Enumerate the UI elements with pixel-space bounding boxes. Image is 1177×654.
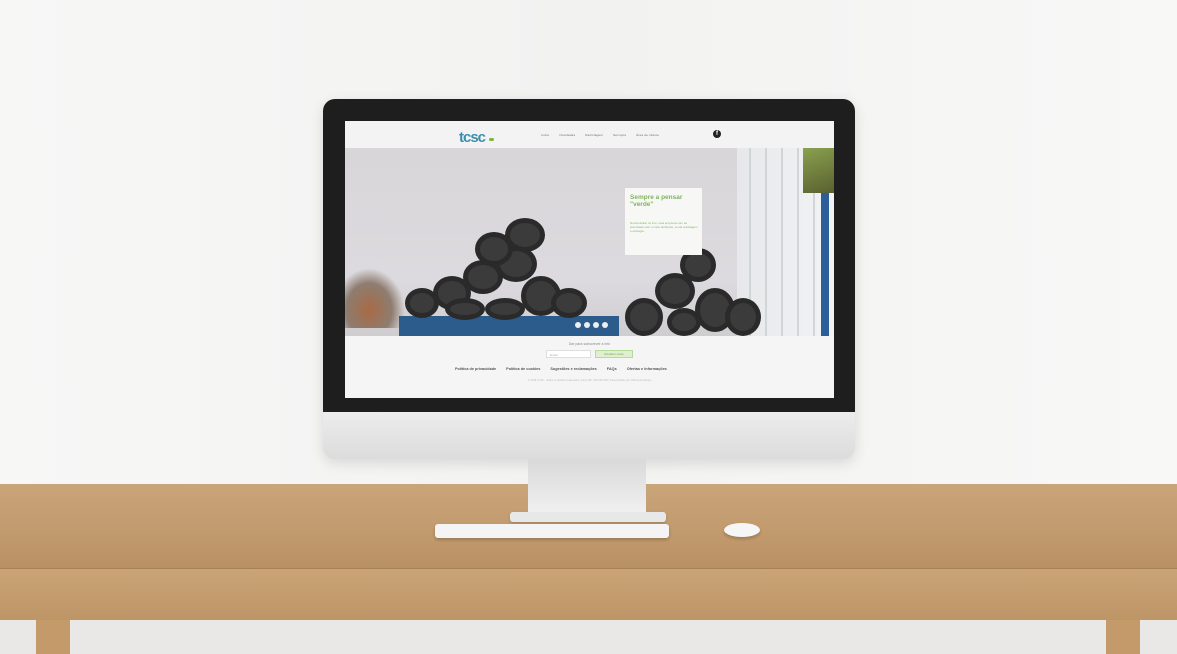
- nav-item-novidades[interactable]: Novidades: [559, 133, 575, 137]
- nav-item-reciclagem[interactable]: Reciclagem: [585, 133, 603, 137]
- slider-dot-1[interactable]: [575, 322, 581, 328]
- tire: [445, 298, 485, 320]
- tree-background: [345, 268, 405, 328]
- main-nav: Início Novidades Reciclagem Serviços Áre…: [541, 133, 659, 137]
- roof-moss: [803, 148, 834, 193]
- footer-link-privacy[interactable]: Política de privacidade: [455, 367, 496, 371]
- promo-text: Nunca deitar no lixo, uma empresa com as…: [630, 221, 698, 233]
- newsletter-email-input[interactable]: Email: [546, 350, 591, 358]
- keyboard: [435, 524, 669, 538]
- newsletter-label: Dar para subscrever a info: [568, 342, 611, 346]
- tire: [485, 298, 525, 320]
- footer-links: Política de privacidade Política de cook…: [455, 367, 667, 371]
- nav-item-inicio[interactable]: Início: [541, 133, 549, 137]
- footer-link-faqs[interactable]: FAQs: [607, 367, 617, 371]
- nav-item-area-cliente[interactable]: Área de cliente: [636, 133, 659, 137]
- tire: [725, 298, 761, 336]
- slider-dot-3[interactable]: [593, 322, 599, 328]
- tire: [551, 288, 587, 318]
- nav-item-servicos[interactable]: Serviços: [613, 133, 626, 137]
- promo-card: Sempre a pensar "verde" Nunca deitar no …: [625, 188, 702, 255]
- slider-dot-2[interactable]: [584, 322, 590, 328]
- newsletter-submit-button[interactable]: Receber news: [595, 350, 633, 358]
- footer-link-cookies[interactable]: Política de cookies: [506, 367, 540, 371]
- slider-dot-4[interactable]: [602, 322, 608, 328]
- tire: [625, 298, 663, 336]
- site-logo[interactable]: tcsc: [459, 129, 486, 146]
- website-screen: tcsc Início Novidades Reciclagem Serviço…: [345, 121, 834, 398]
- footer-link-suggestions[interactable]: Sugestões e reclamações: [550, 367, 596, 371]
- tire: [475, 232, 513, 266]
- site-footer: Dar para subscrever a info Email Receber…: [345, 336, 834, 398]
- slider-dots: [575, 322, 608, 328]
- copyright-text: © 2015 TCSC - Todos os direitos reservad…: [527, 379, 652, 382]
- monitor-chin: [323, 412, 855, 459]
- promo-title: Sempre a pensar "verde": [630, 194, 683, 208]
- monitor-base: [510, 512, 666, 522]
- facebook-icon[interactable]: f: [713, 130, 721, 138]
- mouse: [724, 523, 760, 537]
- drain-pipe: [821, 193, 829, 336]
- desk-leg-right: [1106, 620, 1140, 654]
- logo-leaf-icon: [489, 138, 494, 141]
- footer-link-offers[interactable]: Ofertas e Informações: [627, 367, 667, 371]
- tire: [667, 308, 701, 336]
- desk-edge: [0, 568, 1177, 621]
- hero-slider: Sempre a pensar "verde" Nunca deitar no …: [345, 148, 834, 336]
- monitor-stand: [528, 459, 646, 517]
- floor-area: [0, 620, 1177, 654]
- desk-leg-left: [36, 620, 70, 654]
- site-header: tcsc Início Novidades Reciclagem Serviço…: [345, 121, 834, 148]
